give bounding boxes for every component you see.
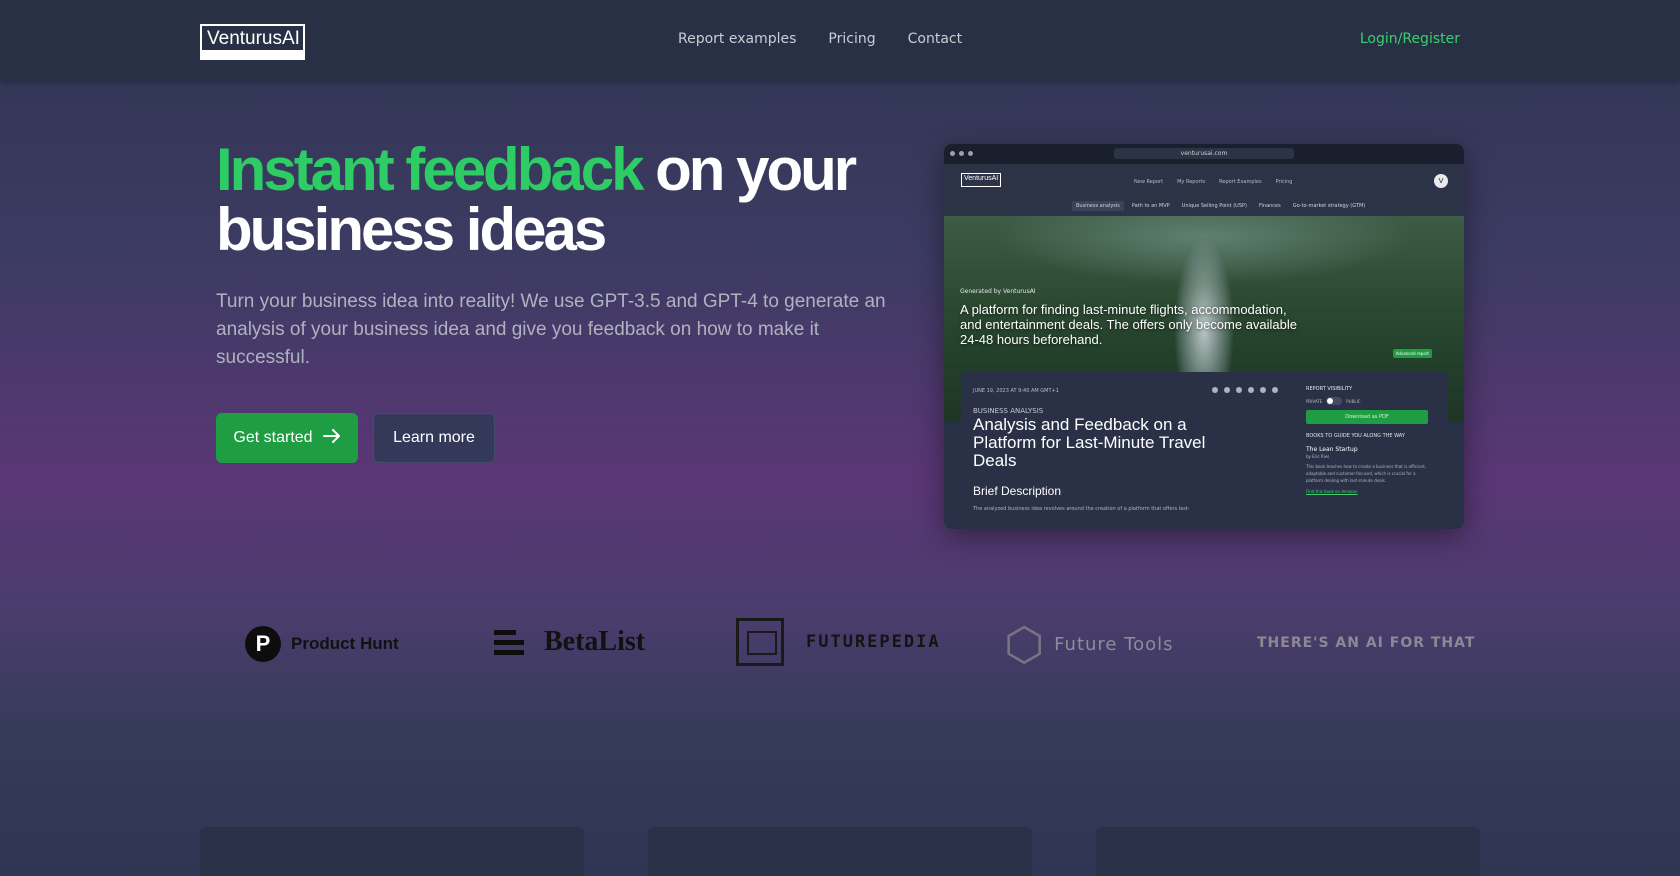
browser-url: venturusai.com bbox=[1114, 148, 1294, 159]
nav-pricing[interactable]: Pricing bbox=[828, 31, 875, 47]
nav-contact[interactable]: Contact bbox=[908, 31, 962, 47]
mock-visibility-label: REPORT VISIBILITY bbox=[1306, 386, 1353, 392]
mock-nav-link: Pricing bbox=[1275, 179, 1293, 185]
futurepedia-logo[interactable]: FUTUREPEDIA bbox=[736, 618, 941, 666]
mock-generated-by: Generated by VenturusAI bbox=[960, 288, 1036, 295]
mock-public-label: PUBLIC bbox=[1346, 398, 1361, 404]
top-navigation: VenturusAI Report examples Pricing Conta… bbox=[0, 0, 1680, 80]
betalist-label: BetaList bbox=[544, 626, 646, 657]
mock-book-author: by Eric Ries bbox=[1306, 454, 1330, 459]
login-register-link[interactable]: Login/Register bbox=[1360, 31, 1460, 47]
mock-tab: Finances bbox=[1259, 203, 1281, 209]
hero-description: Turn your business idea into reality! We… bbox=[216, 291, 886, 368]
get-started-button[interactable]: Get started bbox=[216, 413, 358, 463]
main-nav-links: Report examples Pricing Contact bbox=[678, 31, 962, 47]
mock-date: JUNE 19, 2023 AT 9:40 AM GMT+1 bbox=[973, 388, 1059, 394]
product-screenshot: venturusai.com VenturusAI New Report My … bbox=[944, 144, 1464, 529]
mock-logo: VenturusAI bbox=[961, 173, 1001, 187]
featured-on-logos: P Product Hunt BetaList FUTUREPEDIA ⬡ Fu… bbox=[0, 618, 1680, 680]
feature-card bbox=[200, 827, 584, 876]
futurepedia-label: FUTUREPEDIA bbox=[806, 632, 941, 652]
product-hunt-logo[interactable]: P Product Hunt bbox=[245, 626, 399, 662]
future-tools-logo[interactable]: ⬡ Future Tools bbox=[1004, 619, 1174, 669]
mock-headline: A platform for finding last-minute fligh… bbox=[960, 302, 1298, 347]
product-hunt-icon: P bbox=[245, 626, 281, 662]
get-started-label: Get started bbox=[233, 429, 313, 446]
feature-card bbox=[1096, 827, 1480, 876]
mock-books-heading: BOOKS TO GUIDE YOU ALONG THE WAY bbox=[1306, 433, 1405, 439]
mock-brief-body: The analyzed business idea revolves arou… bbox=[973, 506, 1190, 512]
venturusai-logo[interactable]: VenturusAI bbox=[200, 24, 305, 60]
toggle-icon bbox=[1326, 397, 1343, 405]
mock-tab: Path to an MVP bbox=[1131, 203, 1170, 209]
arrow-right-icon bbox=[322, 428, 341, 448]
mock-visibility-toggle: PRIVATE PUBLIC bbox=[1306, 397, 1428, 405]
hero-title-accent: Instant feedback bbox=[216, 136, 644, 203]
theres-an-ai-for-that-logo[interactable]: THERE'S AN AI FOR THAT bbox=[1257, 635, 1475, 651]
mock-sidebar: REPORT VISIBILITY PRIVATE PUBLIC Downloa… bbox=[1306, 386, 1428, 494]
mock-private-label: PRIVATE bbox=[1306, 398, 1323, 404]
browser-bar: venturusai.com bbox=[944, 144, 1464, 164]
future-tools-label: Future Tools bbox=[1054, 633, 1174, 655]
share-icons bbox=[1212, 387, 1278, 393]
nav-report-examples[interactable]: Report examples bbox=[678, 31, 796, 47]
mock-category: BUSINESS ANALYSIS bbox=[973, 407, 1044, 415]
betalist-logo[interactable]: BetaList bbox=[494, 626, 645, 658]
mock-book-link: Find this book on Amazon bbox=[1306, 489, 1358, 494]
mock-nav-link: New Report bbox=[1134, 179, 1164, 185]
advanced-report-badge: Advanced report bbox=[1392, 349, 1432, 358]
mock-report-tabs: Business analysis Path to an MVP Unique … bbox=[944, 196, 1464, 216]
product-hunt-label: Product Hunt bbox=[291, 634, 399, 653]
mock-report-card: JUNE 19, 2023 AT 9:40 AM GMT+1 BUSINESS … bbox=[961, 372, 1448, 529]
window-dots-icon bbox=[950, 151, 973, 156]
mock-nav-link: My Reports bbox=[1177, 179, 1206, 185]
mock-nav-links: New Report My Reports Report Examples Pr… bbox=[1134, 179, 1292, 185]
mock-tab: Business analysis bbox=[1072, 201, 1124, 211]
mock-tab: Go-to-market strategy (GTM) bbox=[1292, 203, 1366, 209]
mock-brief-heading: Brief Description bbox=[973, 484, 1062, 498]
mock-tab: Unique Selling Point (USP) bbox=[1181, 203, 1247, 209]
futurepedia-icon bbox=[736, 618, 784, 666]
feature-card bbox=[648, 827, 1032, 876]
mock-book-desc: This book teaches how to create a busine… bbox=[1306, 464, 1427, 483]
mock-nav-link: Report Examples bbox=[1219, 179, 1262, 185]
mock-book-title: The Lean Startup bbox=[1306, 446, 1358, 453]
mock-download-button: Download as PDF bbox=[1306, 410, 1428, 424]
hero-title: Instant feedback on your business ideas bbox=[216, 140, 896, 260]
mock-report-title: Analysis and Feedback on a Platform for … bbox=[973, 415, 1206, 470]
learn-more-button[interactable]: Learn more bbox=[373, 413, 495, 463]
mock-nav: VenturusAI New Report My Reports Report … bbox=[944, 164, 1464, 196]
betalist-icon bbox=[494, 629, 524, 655]
mock-avatar: V bbox=[1434, 174, 1448, 188]
hexagon-icon: ⬡ bbox=[1004, 617, 1045, 671]
